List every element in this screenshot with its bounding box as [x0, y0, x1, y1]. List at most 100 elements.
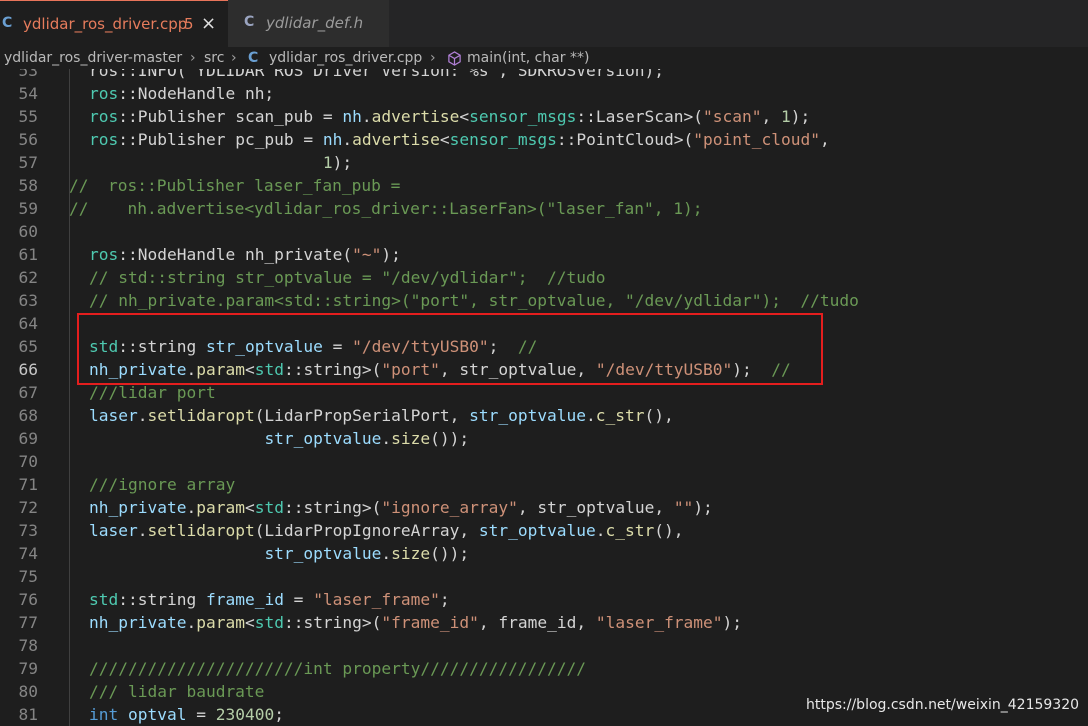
- breadcrumb-item-file[interactable]: ydlidar_ros_driver.cpp: [269, 50, 422, 66]
- code-line[interactable]: 69 str_optvalue.size());: [0, 427, 1088, 450]
- line-number: 56: [18, 130, 39, 149]
- code-token: advertise: [352, 130, 440, 149]
- code-token: size: [391, 544, 431, 563]
- code-line[interactable]: 73 laser. setlidaropt(LidarPropIgnoreArray…: [0, 519, 1088, 542]
- code-line[interactable]: 64: [0, 312, 1088, 335]
- cpp-file-icon: C: [2, 15, 13, 31]
- code-text: // nh_private.param<std::string>("port",…: [89, 289, 859, 312]
- code-token: "/dev/ttyUSB0": [595, 360, 733, 379]
- code-token: // ros::Publisher laser_fan_pub =: [69, 176, 401, 195]
- line-number: 57: [18, 153, 39, 172]
- tab-ydlidar-ros-driver-cpp[interactable]: C ydlidar_ros_driver.cpp 5 ×: [0, 0, 228, 47]
- code-line[interactable]: 75: [0, 565, 1088, 588]
- code-text: // ros::Publisher laser_fan_pub =: [69, 174, 400, 197]
- code-token: 1: [781, 107, 791, 126]
- code-text: // std::string str_optvalue = "/dev/ydli…: [89, 266, 606, 289]
- indent-guide: [69, 82, 70, 105]
- code-line[interactable]: 70: [0, 450, 1088, 473]
- code-line[interactable]: 76 std::string frame_id = "laser_frame";: [0, 588, 1088, 611]
- indent-guide: [69, 335, 70, 358]
- breadcrumb-item-folder[interactable]: ydlidar_ros_driver-master: [4, 50, 182, 66]
- code-line[interactable]: 57 1);: [0, 151, 1088, 174]
- code-token: .: [342, 130, 353, 149]
- code-token: optval: [128, 705, 187, 724]
- code-token: // std::string str_optvalue = "/dev/ydli…: [89, 268, 606, 287]
- code-token: c_str: [605, 521, 655, 540]
- code-line[interactable]: 58 // ros::Publisher laser_fan_pub =: [0, 174, 1088, 197]
- code-token: "/dev/ttyUSB0": [352, 337, 489, 356]
- code-token: );: [381, 245, 401, 264]
- code-line[interactable]: 63 // nh_private.param<std::string>("port…: [0, 289, 1088, 312]
- code-line[interactable]: 60: [0, 220, 1088, 243]
- code-line[interactable]: 54 ros::NodeHandle nh;: [0, 82, 1088, 105]
- code-text: // nh.advertise<ydlidar_ros_driver::Lase…: [69, 197, 702, 220]
- code-token: , frame_id,: [478, 613, 596, 632]
- code-line[interactable]: 68 laser. setlidaropt(LidarPropSerialPort,…: [0, 404, 1088, 427]
- code-token: ros::INFO("YDLIDAR ROS Driver Version: %…: [89, 69, 664, 80]
- line-number: 65: [18, 337, 39, 356]
- line-number: 60: [18, 222, 39, 241]
- line-number: 76: [18, 590, 39, 609]
- code-line[interactable]: 65 std::string str_optvalue = "/dev/ttyUS…: [0, 335, 1088, 358]
- close-icon[interactable]: ×: [201, 13, 216, 34]
- code-line[interactable]: 74 str_optvalue.size());: [0, 542, 1088, 565]
- code-line[interactable]: 77 nh_private.param<std::string>("frame_i…: [0, 611, 1088, 634]
- code-token: ::Publisher scan_pub =: [118, 107, 343, 126]
- code-text: ros::NodeHandle nh_private("~");: [89, 243, 401, 266]
- code-line[interactable]: 55 ros::Publisher scan_pub = nh.advertise…: [0, 105, 1088, 128]
- line-number: 64: [18, 314, 39, 333]
- code-line[interactable]: 72 nh_private.param<std::string>("ignore_…: [0, 496, 1088, 519]
- line-number: 80: [18, 682, 39, 701]
- code-line[interactable]: 67 ///lidar port: [0, 381, 1088, 404]
- code-text: int optval = 230400;: [89, 703, 284, 726]
- indent-guide: [69, 496, 70, 519]
- code-token: ros: [89, 84, 119, 103]
- breadcrumb-separator: ›: [430, 50, 436, 66]
- breadcrumb-item-src[interactable]: src: [204, 50, 224, 66]
- code-token: ::string: [118, 590, 206, 609]
- code-token: str_optvalue: [478, 521, 596, 540]
- indent-guide: [69, 634, 70, 657]
- code-token: .: [186, 498, 197, 517]
- code-line[interactable]: 79 //////////////////////int property////…: [0, 657, 1088, 680]
- code-token: sensor_msgs: [449, 130, 557, 149]
- indent-guide: [69, 588, 70, 611]
- code-token: .: [381, 429, 392, 448]
- code-token: str_optvalue: [264, 429, 382, 448]
- code-line[interactable]: 66 nh_private.param<std::string>("port", …: [0, 358, 1088, 381]
- code-token: nh_private: [89, 613, 187, 632]
- code-token: /// lidar baudrate: [89, 682, 265, 701]
- code-token: "port": [381, 360, 440, 379]
- code-line[interactable]: 71 ///ignore array: [0, 473, 1088, 496]
- code-line[interactable]: 59 // nh.advertise<ydlidar_ros_driver::La…: [0, 197, 1088, 220]
- code-line[interactable]: 56 ros::Publisher pc_pub = nh.advertise<s…: [0, 128, 1088, 151]
- tab-ydlidar-def-h[interactable]: C ydlidar_def.h: [228, 0, 390, 47]
- code-token: (),: [644, 406, 674, 425]
- code-token: setlidaropt: [147, 521, 255, 540]
- code-line[interactable]: 53 ros::INFO("YDLIDAR ROS Driver Version:…: [0, 69, 1088, 82]
- code-token: nh: [322, 130, 343, 149]
- code-token: .: [381, 544, 392, 563]
- code-text: nh_private.param<std::string>("ignore_ar…: [89, 496, 713, 519]
- code-editor[interactable]: 53 ros::INFO("YDLIDAR ROS Driver Version:…: [0, 69, 1088, 726]
- indent-guide: [69, 657, 70, 680]
- breadcrumb: ydlidar_ros_driver-master › src › C ydli…: [0, 47, 1088, 69]
- line-number: 73: [18, 521, 39, 540]
- code-token: .: [595, 521, 606, 540]
- code-line[interactable]: 61 ros::NodeHandle nh_private("~");: [0, 243, 1088, 266]
- code-token: <: [459, 107, 470, 126]
- breadcrumb-item-symbol[interactable]: main(int, char **): [467, 50, 589, 66]
- indent-guide: [69, 289, 70, 312]
- code-token: "ignore_array": [381, 498, 518, 517]
- code-text: nh_private.param<std::string>("port", st…: [89, 358, 791, 381]
- code-line[interactable]: 62 // std::string str_optvalue = "/dev/yd…: [0, 266, 1088, 289]
- code-line[interactable]: 78: [0, 634, 1088, 657]
- code-token: ());: [430, 429, 470, 448]
- code-token: ,: [820, 130, 830, 149]
- code-token: =: [283, 590, 314, 609]
- code-token: ::Publisher pc_pub =: [118, 130, 323, 149]
- code-token: //////////////////////int property//////…: [89, 659, 587, 678]
- code-token: ros: [89, 245, 119, 264]
